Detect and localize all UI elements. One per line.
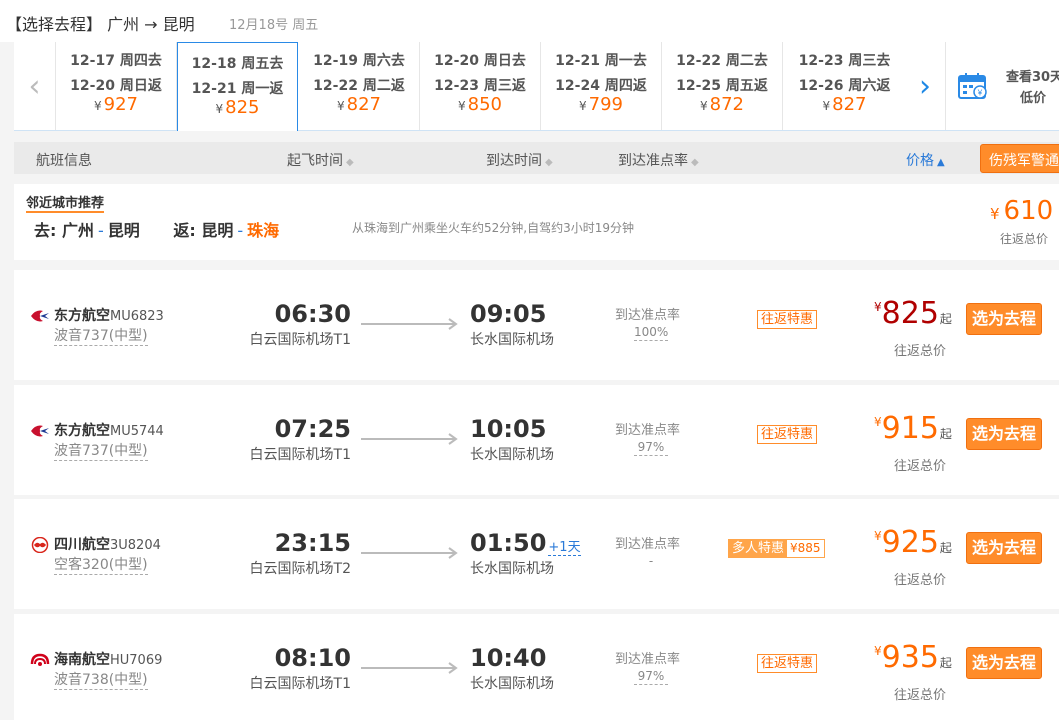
sort-depart-time[interactable]: 起飞时间 ◆ [287,150,354,170]
sort-icon: ◆ [691,157,699,168]
round-trip-deal-badge: 往返特惠 [757,654,818,673]
airline-name: 海南航空 [54,652,110,668]
depart-time: 07:25 [274,415,351,443]
flight-row: 海南航空HU7069 波音738(中型) 08:10 白云国际机场T1 10:4… [14,614,1059,720]
flight-price: ¥825起 [874,296,952,331]
on-time-rate: 100% [634,325,669,341]
on-time-rate: 97% [634,439,668,456]
flight-row: 东方航空MU6823 波音737(中型) 06:30 白云国际机场T1 09:0… [14,270,1059,380]
on-time-rate: - [648,554,654,568]
flight-number: HU7069 [110,653,163,668]
date-strip: ‹ 12-17 周四去 12-20 周日返 ¥927 12-18 周五去 12-… [14,42,1059,131]
arrive-airport: 长水国际机场 [470,561,554,577]
arrow-right-icon [361,318,458,330]
depart-time: 08:10 [274,644,351,672]
sort-ascending-icon: ▲ [937,157,945,168]
date-price: 827 [346,94,381,115]
china-eastern-logo-icon [31,310,49,322]
date-cell[interactable]: 12-19 周六去 12-22 周二返 ¥827 [299,42,420,130]
date-price: 850 [467,94,502,115]
arrive-airport: 长水国际机场 [470,447,554,463]
arrive-airport: 长水国际机场 [470,332,554,348]
arrive-time: 09:05 [470,300,547,328]
date-price: 872 [709,94,744,115]
select-outbound-button[interactable]: 选为去程 [966,532,1042,564]
sort-price[interactable]: 价格 ▲ [906,150,945,170]
chevron-left-icon: ‹ [28,68,41,104]
depart-time: 06:30 [274,300,351,328]
on-time-rate: 97% [634,668,668,685]
date-cell[interactable]: 12-21 周一去 12-24 周四返 ¥799 [541,42,662,130]
prev-dates-button[interactable]: ‹ [14,42,56,130]
hainan-airlines-logo-icon [30,653,50,666]
arrive-time: 10:05 [470,415,547,443]
flight-number: 3U8204 [110,538,161,553]
round-trip-deal-badge: 往返特惠 [757,310,818,329]
depart-airport: 白云国际机场T2 [249,561,351,577]
selected-date: 12月18号 周五 [229,18,319,33]
date-price: 827 [832,94,867,115]
airline-name: 东方航空 [54,423,110,439]
sort-arrive-time[interactable]: 到达时间 ◆ [486,150,553,170]
arrow-right-icon [361,662,458,674]
flight-row: 四川航空3U8204 空客320(中型) 23:15 白云国际机场T2 01:5… [14,499,1059,609]
group-deal-badge: 多人特惠 ¥885 [728,539,825,558]
military-channel-button[interactable]: 伤残军警通道 [980,144,1059,173]
arrive-time: 10:40 [470,644,547,672]
plane-type[interactable]: 波音737(中型) [54,442,148,461]
date-cell[interactable]: 12-22 周二去 12-25 周五返 ¥872 [662,42,783,130]
page-header: 【选择去程】 广州 → 昆明 12月18号 周五 [0,0,1059,42]
page-title: 【选择去程】 广州 → 昆明 [6,15,195,34]
round-trip-deal-badge: 往返特惠 [757,425,818,444]
flight-number: MU6823 [110,309,164,324]
plane-type[interactable]: 波音738(中型) [54,671,148,690]
svg-text:¥: ¥ [977,89,983,98]
arrive-airport: 长水国际机场 [470,676,554,692]
sort-icon: ◆ [346,157,354,168]
view-30-days-button[interactable]: ¥ 查看30天 低价 [945,42,1059,130]
select-outbound-button[interactable]: 选为去程 [966,303,1042,335]
airline-name: 四川航空 [54,537,110,553]
nearby-price: ¥610 [990,196,1054,226]
date-price: 825 [225,97,260,118]
plane-type[interactable]: 空客320(中型) [54,556,148,575]
nearby-route: 去: 广州 - 昆明 返: 昆明 - 珠海 [34,221,280,240]
sort-icon: ◆ [545,157,553,168]
arrow-right-icon [361,433,458,445]
flight-row: 东方航空MU5744 波音737(中型) 07:25 白云国际机场T1 10:0… [14,385,1059,495]
date-cell[interactable]: 12-17 周四去 12-20 周日返 ¥927 [56,42,177,130]
date-cell-selected[interactable]: 12-18 周五去 12-21 周一返 ¥825 [177,42,298,131]
depart-airport: 白云国际机场T1 [249,332,351,348]
nearby-title: 邻近城市推荐 [26,196,105,213]
next-dates-button[interactable]: › [905,42,945,130]
arrow-right-icon [361,547,458,559]
flight-number: MU5744 [110,424,164,439]
depart-time: 23:15 [274,529,351,557]
date-price: 927 [103,94,138,115]
nearby-city-recommend[interactable]: 邻近城市推荐 去: 广州 - 昆明 返: 昆明 - 珠海 从珠海到广州乘坐火车约52分钟… [14,184,1059,260]
arrive-time: 01:50 [470,529,547,557]
depart-airport: 白云国际机场T1 [249,447,351,463]
plane-type[interactable]: 波音737(中型) [54,327,148,346]
select-outbound-button[interactable]: 选为去程 [966,647,1042,679]
sort-bar: 航班信息 起飞时间◆ 到达时间◆ 到达准点率◆ 价格▲ 伤残军警通道 [14,142,1059,174]
date-price: 799 [588,94,623,115]
date-cell[interactable]: 12-20 周日去 12-23 周三返 ¥850 [420,42,541,130]
next-day-badge[interactable]: +1天 [548,540,581,556]
flight-info-header: 航班信息 [36,153,92,169]
china-eastern-logo-icon [31,425,49,437]
date-cell[interactable]: 12-23 周三去 12-26 周六返 ¥827 [784,42,905,130]
flight-price: ¥915起 [874,411,952,446]
calendar-icon: ¥ [958,73,987,99]
sichuan-airlines-logo-icon [31,537,49,553]
sort-on-time-rate[interactable]: 到达准点率 ◆ [618,150,699,170]
airline-name: 东方航空 [54,308,110,324]
depart-airport: 白云国际机场T1 [249,676,351,692]
chevron-right-icon: › [919,68,931,104]
flight-price: ¥925起 [874,525,952,560]
nearby-note: 从珠海到广州乘坐火车约52分钟,自驾约3小时19分钟 [352,221,634,235]
select-outbound-button[interactable]: 选为去程 [966,418,1042,450]
flight-price: ¥935起 [874,640,952,675]
